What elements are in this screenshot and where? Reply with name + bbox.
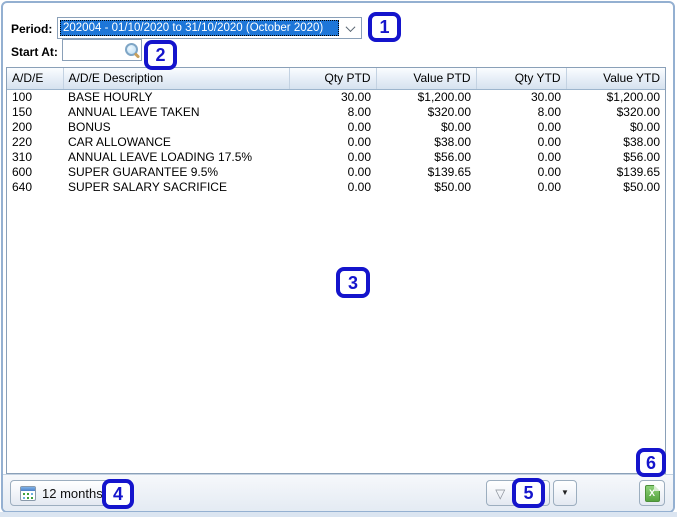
table-body: 100BASE HOURLY30.00$1,200.0030.00$1,200.… [7,89,665,195]
table-cell: ANNUAL LEAVE LOADING 17.5% [63,150,289,165]
table-cell: ANNUAL LEAVE TAKEN [63,105,289,120]
table-cell: 8.00 [476,105,566,120]
table-cell: 150 [7,105,63,120]
start-at-field-wrap[interactable] [62,39,142,61]
table-cell: $56.00 [566,150,665,165]
export-excel-button[interactable]: X [639,480,665,506]
table-header-row: A/D/EA/D/E DescriptionQty PTDValue PTDQt… [7,68,665,89]
table-cell: $38.00 [376,135,476,150]
period-dropdown-button[interactable] [339,18,361,38]
table-cell: 0.00 [289,135,376,150]
dropdown-arrow-icon: ▼ [561,489,569,497]
table-cell: 600 [7,165,63,180]
table-cell: $320.00 [376,105,476,120]
table-cell: $139.65 [566,165,665,180]
table-cell: $50.00 [376,180,476,195]
table-row[interactable]: 150ANNUAL LEAVE TAKEN8.00$320.008.00$320… [7,105,665,120]
header-cell[interactable]: Qty PTD [289,68,376,89]
table-cell: 200 [7,120,63,135]
table-cell: 30.00 [289,89,376,105]
annotation-badge: 3 [336,267,370,298]
table-cell: 0.00 [289,165,376,180]
excel-file-icon: X [645,485,660,502]
table-cell: 8.00 [289,105,376,120]
table-cell: $139.65 [376,165,476,180]
table-row[interactable]: 200BONUS0.00$0.000.00$0.00 [7,120,665,135]
annotation-badge: 4 [102,479,134,509]
table-cell: 0.00 [476,165,566,180]
table-cell: 0.00 [289,150,376,165]
annotation-badge: 1 [368,12,401,42]
window-bottom-shadow [0,512,677,517]
table-cell: 0.00 [476,180,566,195]
table-row[interactable]: 100BASE HOURLY30.00$1,200.0030.00$1,200.… [7,89,665,105]
annotation-badge: 2 [144,40,177,70]
header-cell[interactable]: A/D/E Description [63,68,289,89]
table-cell: 0.00 [476,135,566,150]
period-dropdown-value[interactable]: 202004 - 01/10/2020 to 31/10/2020 (Octob… [60,20,339,36]
table-cell: $1,200.00 [566,89,665,105]
table-row[interactable]: 220CAR ALLOWANCE0.00$38.000.00$38.00 [7,135,665,150]
start-at-input[interactable] [64,41,120,59]
search-icon[interactable] [125,43,138,56]
table-cell: BASE HOURLY [63,89,289,105]
table-cell: 0.00 [289,180,376,195]
table-cell: 0.00 [289,120,376,135]
annotation-badge: 5 [512,478,545,508]
annotation-badge: 6 [636,448,666,477]
table-cell: $320.00 [566,105,665,120]
header-cell[interactable]: Qty YTD [476,68,566,89]
table-cell: $0.00 [566,120,665,135]
filter-triangle-icon: ▽ [495,487,505,500]
table-cell: 30.00 [476,89,566,105]
header-cell[interactable]: Value PTD [376,68,476,89]
calendar-icon [20,486,36,501]
table-cell: BONUS [63,120,289,135]
table-cell: $56.00 [376,150,476,165]
header-cell[interactable]: Value YTD [566,68,665,89]
table-cell: CAR ALLOWANCE [63,135,289,150]
table-cell: 640 [7,180,63,195]
table-row[interactable]: 640SUPER SALARY SACRIFICE0.00$50.000.00$… [7,180,665,195]
table-cell: $0.00 [376,120,476,135]
table-cell: SUPER GUARANTEE 9.5% [63,165,289,180]
table-cell: $50.00 [566,180,665,195]
table-cell: 0.00 [476,150,566,165]
payroll-period-panel: Period: 202004 - 01/10/2020 to 31/10/202… [1,1,675,513]
table-row[interactable]: 310ANNUAL LEAVE LOADING 17.5%0.00$56.000… [7,150,665,165]
period-label: Period: [11,22,52,36]
chevron-down-icon [345,22,355,32]
table-cell: 310 [7,150,63,165]
table-cell: $38.00 [566,135,665,150]
twelve-months-label: 12 months [42,486,103,501]
twelve-months-button[interactable]: 12 months [10,480,113,506]
header-cell[interactable]: A/D/E [7,68,63,89]
table-cell: SUPER SALARY SACRIFICE [63,180,289,195]
table-cell: 220 [7,135,63,150]
table-cell: 0.00 [476,120,566,135]
start-at-label: Start At: [11,45,58,59]
table-row[interactable]: 600SUPER GUARANTEE 9.5%0.00$139.650.00$1… [7,165,665,180]
table-cell: 100 [7,89,63,105]
more-dropdown-button[interactable]: ▼ [553,480,577,506]
table-cell: $1,200.00 [376,89,476,105]
period-dropdown[interactable]: 202004 - 01/10/2020 to 31/10/2020 (Octob… [57,17,362,39]
